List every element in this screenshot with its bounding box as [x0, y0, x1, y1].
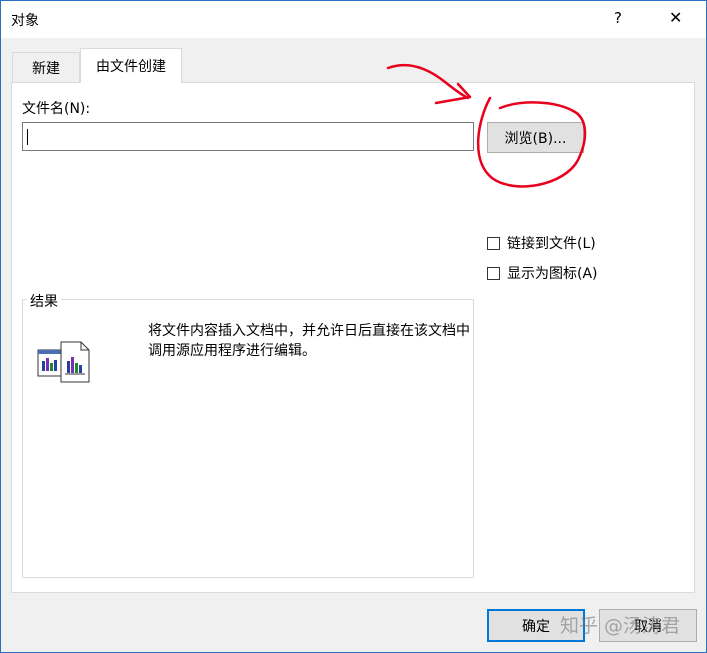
- browse-button-label: 浏览(B)...: [504, 130, 567, 147]
- result-description: 将文件内容插入文档中，并允许日后直接在该文档中调用源应用程序进行编辑。: [148, 323, 470, 359]
- display-as-icon-label: 显示为图标(A): [507, 266, 598, 282]
- display-as-icon-checkbox[interactable]: [487, 266, 500, 280]
- object-dialog: 对象 ? ✕ 新建 由文件创建 文件名(N): 浏览(B)... 链接到文件(L…: [0, 0, 707, 653]
- display-as-icon-option[interactable]: 显示为图标(A): [487, 263, 598, 283]
- text-caret: [27, 129, 28, 145]
- tab-new[interactable]: 新建: [12, 52, 80, 82]
- filename-label: 文件名(N):: [22, 101, 91, 117]
- tab-create-from-file-label: 由文件创建: [96, 59, 166, 75]
- ok-button-label: 确定: [522, 618, 550, 635]
- filename-input[interactable]: [22, 122, 474, 151]
- dialog-title: 对象: [11, 13, 39, 29]
- browse-button[interactable]: 浏览(B)...: [487, 122, 584, 153]
- embedded-document-icon: [37, 341, 91, 387]
- tab-new-label: 新建: [32, 60, 60, 77]
- link-to-file-checkbox[interactable]: [487, 236, 500, 250]
- link-to-file-option[interactable]: 链接到文件(L): [487, 233, 596, 253]
- help-button[interactable]: ?: [614, 9, 622, 27]
- title-bar: 对象 ? ✕: [1, 1, 706, 38]
- link-to-file-label: 链接到文件(L): [507, 236, 596, 252]
- tab-create-from-file[interactable]: 由文件创建: [80, 48, 182, 83]
- close-button[interactable]: ✕: [669, 8, 682, 27]
- watermark: 知乎 @汤涛君: [560, 615, 681, 637]
- result-title: 结果: [27, 291, 61, 311]
